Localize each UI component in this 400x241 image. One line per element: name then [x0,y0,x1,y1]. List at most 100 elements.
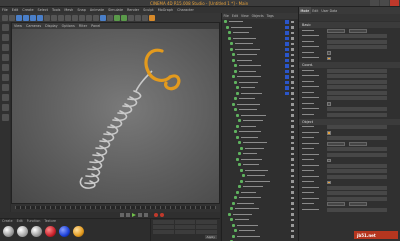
attr-tab-edit[interactable]: Edit [311,7,320,14]
object-hierarchy[interactable] [222,19,298,241]
size-x-field[interactable] [174,220,196,224]
visibility-dots-icon[interactable] [291,48,294,51]
material-swatch[interactable] [31,226,42,237]
attribute-checkbox[interactable] [327,180,331,184]
model-mode-icon[interactable] [1,34,9,41]
visibility-dots-icon[interactable] [291,141,294,144]
material-swatch[interactable] [73,226,84,237]
visibility-dots-icon[interactable] [291,191,294,194]
attribute-field[interactable] [327,74,387,79]
visibility-dots-icon[interactable] [291,103,294,106]
attribute-dropdown[interactable] [327,28,345,33]
minimize-button[interactable] [370,0,379,6]
attribute-field[interactable] [327,39,387,44]
visibility-dots-icon[interactable] [291,42,294,45]
visibility-dots-icon[interactable] [291,59,294,62]
visibility-dots-icon[interactable] [291,207,294,210]
material-menu-create[interactable]: Create [0,219,15,224]
material-menu-texture[interactable]: Texture [42,219,58,224]
coordinate-icon[interactable] [72,14,78,21]
recent-icon[interactable] [44,14,50,21]
light-icon[interactable] [149,14,155,21]
size-y-field[interactable] [174,225,196,229]
attribute-field[interactable] [327,125,387,130]
visibility-dots-icon[interactable] [291,158,294,161]
attribute-checkbox[interactable] [327,102,331,106]
autokey-icon[interactable] [160,213,164,217]
visibility-dots-icon[interactable] [291,130,294,133]
attribute-field[interactable] [327,112,387,117]
visibility-dots-icon[interactable] [291,180,294,183]
spline-pen-icon[interactable] [107,14,113,21]
attribute-dropdown[interactable] [349,141,367,146]
attribute-field[interactable] [327,147,387,152]
apply-button[interactable]: Apply [204,235,217,239]
material-swatch[interactable] [17,226,28,237]
attribute-field[interactable] [327,185,387,190]
rot-p-field[interactable] [196,225,218,229]
array-icon[interactable] [121,14,127,21]
visibility-dots-icon[interactable] [291,64,294,67]
redo-icon[interactable] [9,14,15,21]
material-swatch[interactable] [45,226,56,237]
edges-mode-icon[interactable] [1,74,9,81]
floor-icon[interactable] [135,14,141,21]
move-icon[interactable] [23,14,29,21]
visibility-dots-icon[interactable] [291,114,294,117]
attribute-field[interactable] [327,163,387,168]
visibility-dots-icon[interactable] [291,229,294,232]
material-tag-icon[interactable] [285,69,289,73]
visibility-dots-icon[interactable] [291,169,294,172]
visibility-dots-icon[interactable] [291,20,294,23]
timeline-track[interactable] [15,206,216,209]
attribute-field[interactable] [327,207,387,212]
attribute-field[interactable] [327,169,387,174]
snap-icon[interactable] [1,94,9,101]
material-menu-edit[interactable]: Edit [15,219,25,224]
visibility-dots-icon[interactable] [291,218,294,221]
visibility-dots-icon[interactable] [291,37,294,40]
material-tag-icon[interactable] [285,80,289,84]
visibility-dots-icon[interactable] [291,26,294,29]
render-pv-icon[interactable] [86,14,92,21]
visibility-dots-icon[interactable] [291,185,294,188]
visibility-dots-icon[interactable] [291,75,294,78]
goto-end-icon[interactable] [144,213,148,217]
visibility-dots-icon[interactable] [291,224,294,227]
y-axis-icon[interactable] [58,14,64,21]
visibility-dots-icon[interactable] [291,147,294,150]
attribute-field[interactable] [327,136,387,141]
visibility-dots-icon[interactable] [291,70,294,73]
attribute-field[interactable] [327,90,387,95]
rot-h-field[interactable] [196,220,218,224]
record-icon[interactable] [154,213,158,217]
material-tag-icon[interactable] [285,53,289,57]
attribute-checkbox[interactable] [327,51,331,55]
make-editable-icon[interactable] [1,24,9,31]
viewport-canvas[interactable] [12,29,219,203]
attribute-field[interactable] [327,34,387,39]
material-tag-icon[interactable] [285,86,289,90]
visibility-dots-icon[interactable] [291,97,294,100]
z-axis-icon[interactable] [65,14,71,21]
maximize-button[interactable] [380,0,389,6]
material-tag-icon[interactable] [285,58,289,62]
perspective-viewport[interactable]: View Cameras Display Options Filter Pane… [11,22,220,204]
close-button[interactable] [390,0,399,6]
live-select-icon[interactable] [16,14,22,21]
timeline[interactable] [11,204,220,212]
attribute-field[interactable] [327,68,387,73]
material-tag-icon[interactable] [285,25,289,29]
render-settings-icon[interactable] [93,14,99,21]
visibility-dots-icon[interactable] [291,31,294,34]
texture-mode-icon[interactable] [1,44,9,51]
attribute-checkbox[interactable] [327,56,331,60]
material-tag-icon[interactable] [285,20,289,24]
visibility-dots-icon[interactable] [291,174,294,177]
visibility-dots-icon[interactable] [291,108,294,111]
visibility-dots-icon[interactable] [291,125,294,128]
visibility-dots-icon[interactable] [291,196,294,199]
attribute-checkbox[interactable] [327,131,331,135]
visibility-dots-icon[interactable] [291,86,294,89]
attribute-field[interactable] [327,174,387,179]
